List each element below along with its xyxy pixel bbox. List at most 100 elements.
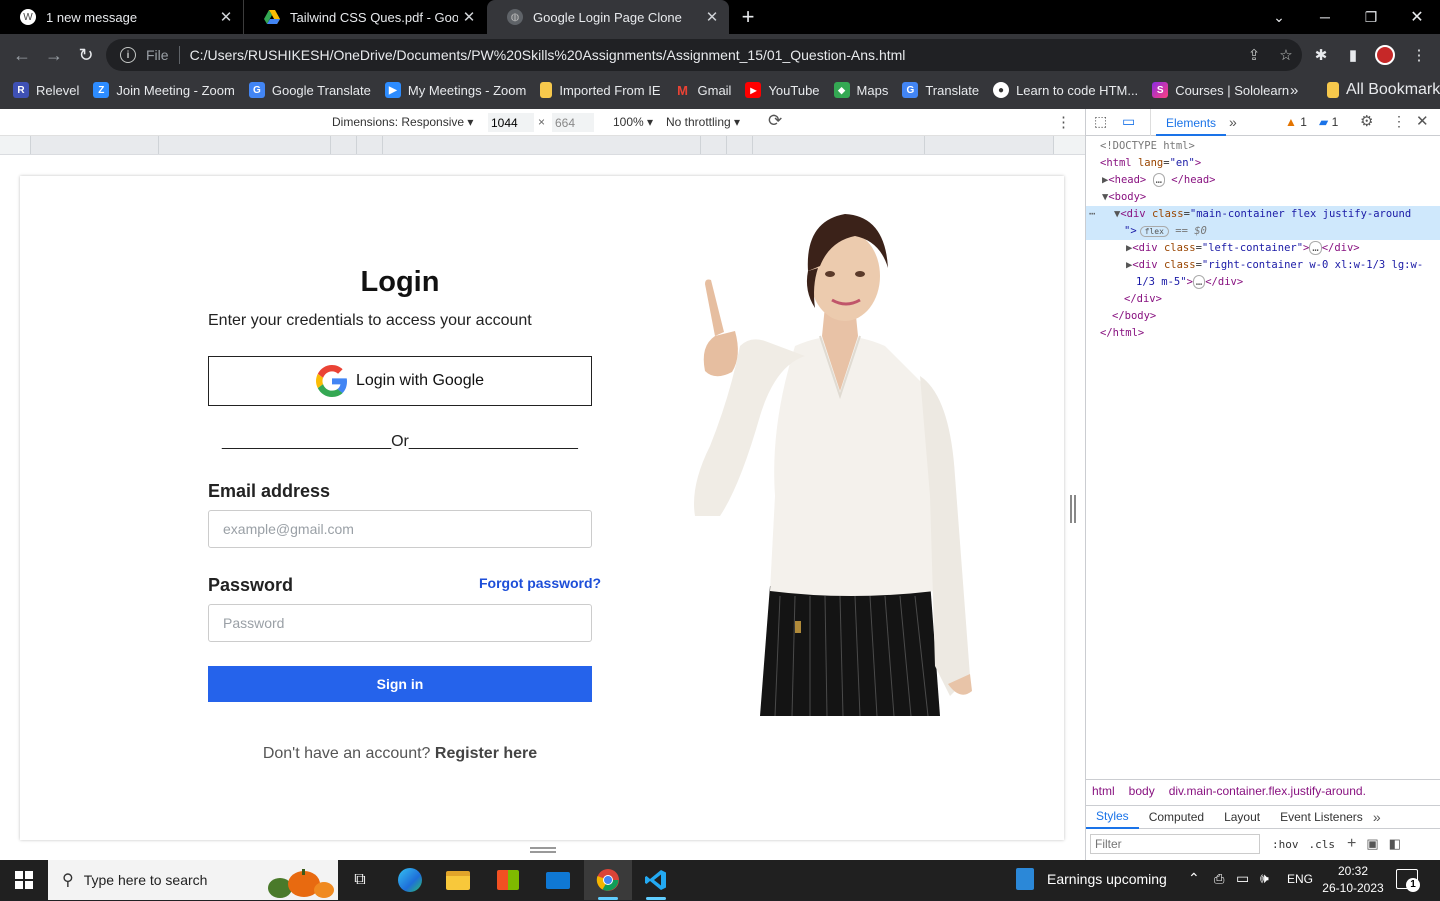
tab-search-icon[interactable]: ⌄ (1256, 0, 1302, 34)
inspect-element-icon[interactable]: ⬚ (1094, 113, 1107, 130)
breadcrumb-item[interactable]: body (1129, 784, 1155, 798)
more-tabs-icon[interactable]: » (1229, 114, 1237, 130)
paint-icon[interactable]: ▣ (1366, 836, 1378, 852)
ruler-segment[interactable] (382, 136, 700, 154)
ellipsis-icon[interactable]: … (1309, 241, 1322, 255)
info-icon[interactable]: i (120, 47, 136, 63)
meet-now-icon[interactable]: ⎙ (1214, 871, 1224, 887)
tree-line[interactable]: ▶<head> … </head> (1086, 172, 1440, 189)
password-field[interactable] (208, 604, 592, 642)
profile-avatar[interactable] (1372, 42, 1398, 68)
reload-icon[interactable]: ↻ (73, 42, 99, 68)
settings-gear-icon[interactable]: ⚙ (1360, 112, 1373, 130)
network-icon[interactable]: ▭ (1236, 870, 1249, 887)
all-bookmarks-folder[interactable]: All Bookmarks (1320, 76, 1440, 104)
task-view-icon[interactable]: ⧉ (336, 860, 384, 900)
cls-toggle[interactable]: .cls (1309, 838, 1336, 851)
tree-line[interactable]: <!DOCTYPE html> (1086, 138, 1440, 155)
tree-line[interactable]: </html> (1086, 325, 1440, 342)
height-input[interactable] (552, 113, 594, 132)
tree-line[interactable]: </div> (1086, 291, 1440, 308)
ruler-segment[interactable] (158, 136, 330, 154)
extensions-icon[interactable]: ✱ (1308, 42, 1334, 68)
bookmark-youtube[interactable]: ▶ YouTube (738, 76, 826, 104)
menu-kebab-icon[interactable]: ⋮ (1406, 42, 1432, 68)
device-toggle-icon[interactable]: ▭ (1122, 113, 1135, 130)
breadcrumb-item[interactable]: div.main-container.flex.justify-around. (1169, 784, 1366, 798)
close-icon[interactable]: ✕ (458, 8, 480, 26)
url-text[interactable]: C:/Users/RUSHIKESH/OneDrive/Documents/PW… (190, 47, 1238, 63)
sign-in-button[interactable]: Sign in (208, 666, 592, 702)
ruler-segment[interactable] (330, 136, 356, 154)
add-rule-icon[interactable]: + (1347, 835, 1356, 853)
tree-line[interactable]: <html lang="en"> (1086, 155, 1440, 172)
dimensions-dropdown[interactable]: Dimensions: Responsive ▾ (332, 115, 473, 129)
devtools-menu-icon[interactable]: ⋮ (1392, 113, 1406, 130)
tree-line-selected[interactable]: ⋯ ▼<div class="main-container flex justif… (1086, 206, 1440, 223)
bookmark-zoom-meetings[interactable]: ▶ My Meetings - Zoom (378, 76, 533, 104)
address-bar[interactable]: i File C:/Users/RUSHIKESH/OneDrive/Docum… (106, 39, 1302, 71)
restore-button[interactable]: ❐ (1348, 0, 1394, 34)
tab-pdf[interactable]: Tailwind CSS Ques.pdf - Google ✕ (243, 0, 486, 34)
back-arrow-icon[interactable]: ← (9, 42, 35, 68)
bookmark-folder-ie[interactable]: Imported From IE (533, 76, 667, 104)
language-indicator[interactable]: ENG (1287, 872, 1313, 886)
ruler-segment[interactable] (752, 136, 924, 154)
ruler-segment[interactable] (356, 136, 382, 154)
chevron-up-icon[interactable]: ⌃ (1188, 870, 1200, 887)
breadcrumb-item[interactable]: html (1092, 784, 1115, 798)
tab-computed[interactable]: Computed (1139, 805, 1214, 829)
share-icon[interactable]: ⇪ (1238, 46, 1270, 64)
tab-login-clone[interactable]: ◍ Google Login Page Clone ✕ (487, 0, 729, 34)
close-icon[interactable]: ✕ (701, 8, 723, 26)
ellipsis-icon[interactable]: … (1152, 173, 1165, 187)
ruler-segment[interactable] (924, 136, 1054, 154)
tree-line[interactable]: ▶<div class="left-container">… </div> (1086, 240, 1440, 257)
bookmark-translate[interactable]: G Translate (895, 76, 986, 104)
tab-messages[interactable]: W 1 new message ✕ (0, 0, 243, 34)
close-window-button[interactable]: ✕ (1394, 0, 1440, 34)
email-field[interactable] (208, 510, 592, 548)
zoom-dropdown[interactable]: 100% ▾ (613, 115, 653, 129)
new-tab-button[interactable]: + (736, 5, 760, 29)
tab-styles[interactable]: Styles (1086, 805, 1139, 829)
ellipsis-icon[interactable]: … (1192, 275, 1206, 289)
more-dots-icon[interactable]: ⋯ (1089, 206, 1095, 223)
rotate-icon[interactable]: ⟳ (768, 111, 782, 131)
volume-icon[interactable]: 🕪 (1260, 870, 1269, 887)
forgot-password-link[interactable]: Forgot password? (479, 575, 601, 591)
close-icon[interactable]: ✕ (215, 8, 237, 26)
bookmark-star-icon[interactable]: ☆ (1270, 46, 1302, 64)
resize-handle-right[interactable] (1070, 495, 1076, 523)
tree-line[interactable]: ▼<body> (1086, 189, 1440, 206)
hov-toggle[interactable]: :hov (1272, 838, 1299, 851)
store-icon[interactable] (484, 860, 532, 900)
styles-filter-input[interactable] (1090, 834, 1260, 854)
mail-icon[interactable] (534, 860, 582, 900)
tree-line[interactable]: </body> (1086, 308, 1440, 325)
messages-badge[interactable]: ▰ 1 (1319, 115, 1338, 129)
bookmark-zoom-join[interactable]: Z Join Meeting - Zoom (86, 76, 242, 104)
tree-line-selected[interactable]: "> flex == $0 (1086, 223, 1440, 240)
more-options-icon[interactable]: ⋮ (1056, 113, 1071, 131)
vscode-icon[interactable] (632, 860, 680, 900)
minimize-button[interactable]: ─ (1302, 0, 1348, 34)
clock[interactable]: 20:32 26-10-2023 (1322, 863, 1384, 897)
login-with-google-button[interactable]: Login with Google (208, 356, 592, 406)
side-panel-icon[interactable]: ▮ (1340, 42, 1366, 68)
bookmark-sololearn[interactable]: S Courses | Sololearn (1145, 76, 1296, 104)
ruler-segment[interactable] (700, 136, 726, 154)
register-link[interactable]: Register here (435, 745, 537, 762)
tab-layout[interactable]: Layout (1214, 805, 1270, 829)
chrome-icon[interactable] (584, 860, 632, 900)
bookmark-google-translate[interactable]: G Google Translate (242, 76, 378, 104)
tree-line[interactable]: 1/3 m-5">… </div> (1086, 274, 1440, 291)
sidebar-toggle-icon[interactable]: ◧ (1389, 836, 1401, 852)
taskbar-search[interactable]: ⚲ Type here to search (48, 860, 338, 900)
bookmark-maps[interactable]: ◆ Maps (827, 76, 896, 104)
throttling-dropdown[interactable]: No throttling ▾ (666, 115, 740, 129)
notification-center-icon[interactable]: 1 (1396, 869, 1420, 892)
more-tabs-icon[interactable]: » (1373, 809, 1381, 825)
bookmarks-overflow-icon[interactable]: » (1290, 76, 1298, 104)
tab-event-listeners[interactable]: Event Listeners (1270, 805, 1373, 829)
